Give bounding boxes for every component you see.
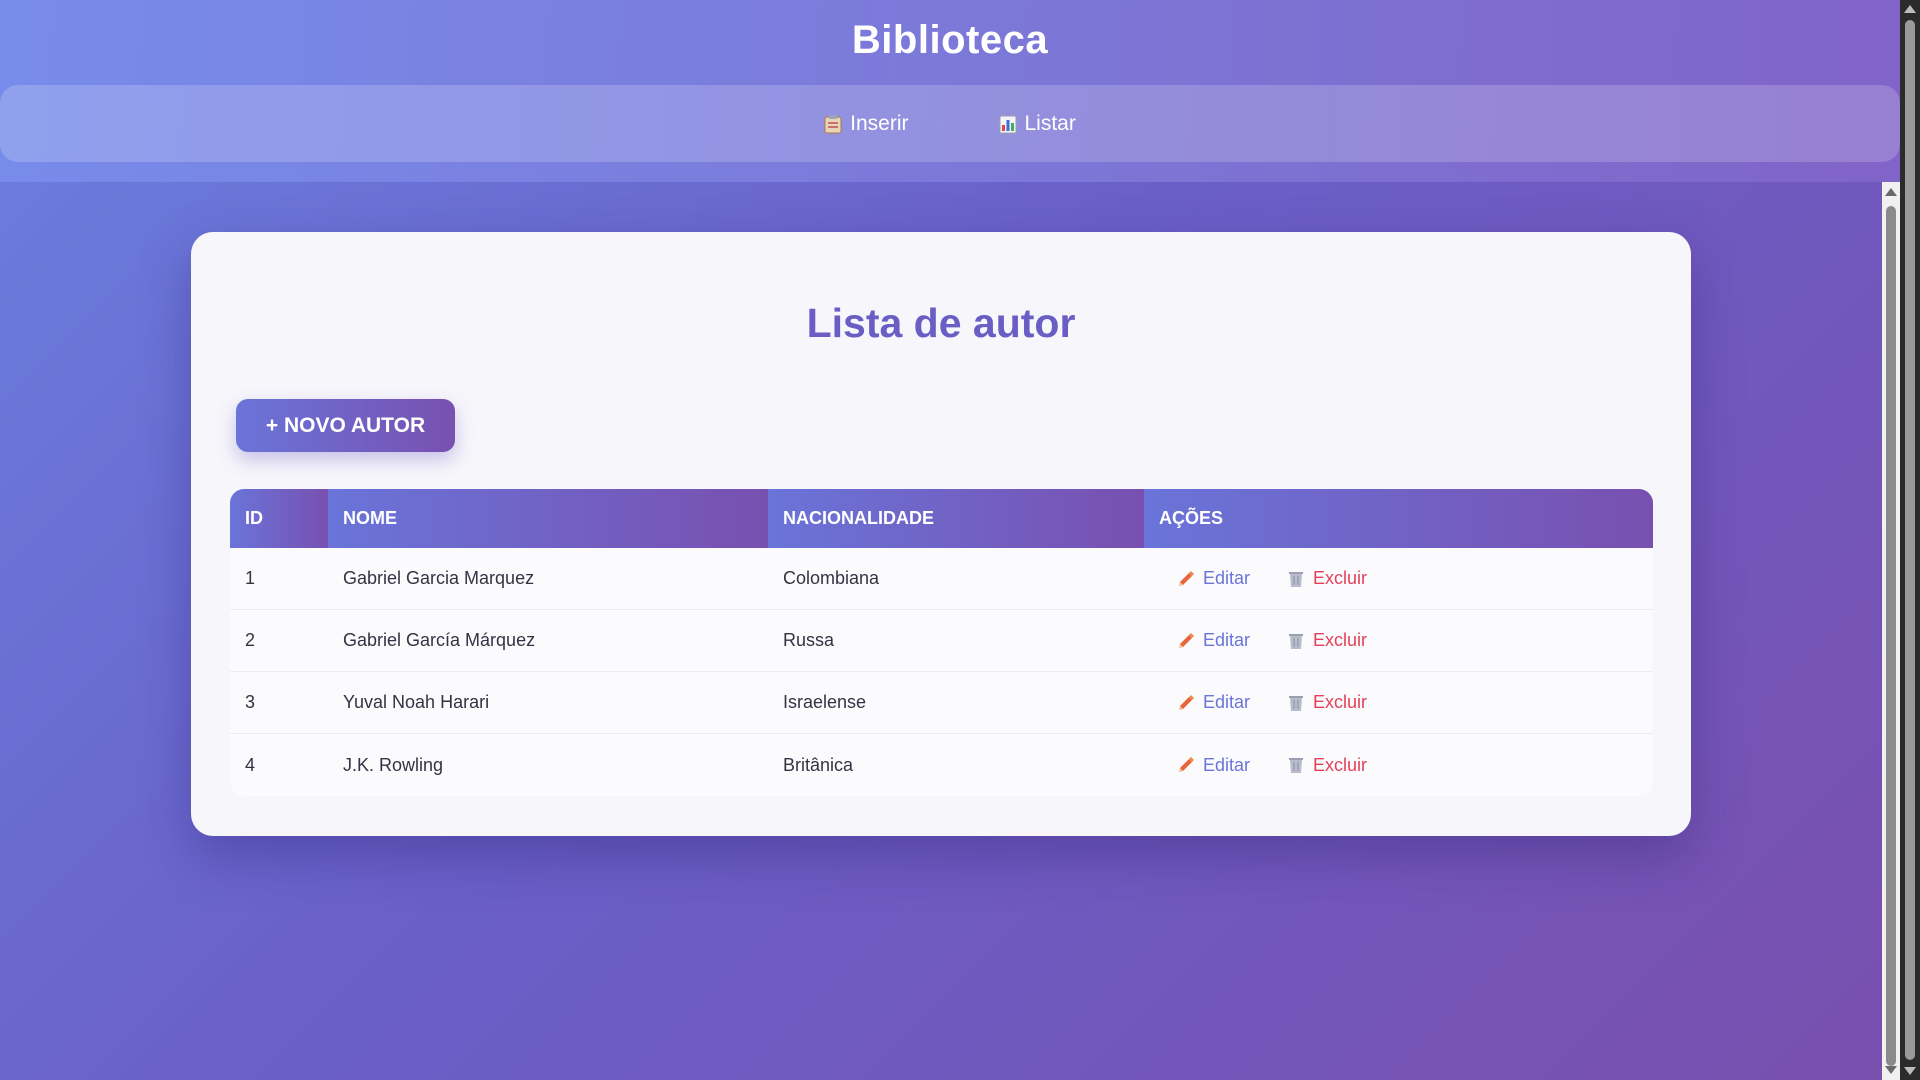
window-scrollbar[interactable] xyxy=(1900,0,1920,1080)
window-scroll-down-icon[interactable] xyxy=(1904,1067,1916,1075)
cell-nacionalidade: Britânica xyxy=(783,754,854,775)
cell-id: 3 xyxy=(245,692,256,712)
trash-icon xyxy=(1289,758,1304,773)
clipboard-icon xyxy=(824,114,842,133)
edit-label: Editar xyxy=(1203,754,1251,775)
cell-actions: Editar Excluir xyxy=(1144,734,1653,796)
delete-button[interactable]: Excluir xyxy=(1286,630,1367,651)
scroll-down-arrow-icon[interactable] xyxy=(1885,1066,1897,1074)
cell-id: 4 xyxy=(245,754,256,775)
edit-label: Editar xyxy=(1203,568,1251,588)
edit-button[interactable]: Editar xyxy=(1176,755,1250,776)
nav-link-listar[interactable]: Listar xyxy=(999,112,1076,136)
pencil-icon xyxy=(1179,570,1194,586)
cell-nacionalidade: Colombiana xyxy=(783,568,880,588)
delete-label: Excluir xyxy=(1313,630,1368,650)
content-scrollbar-thumb[interactable] xyxy=(1886,206,1896,1066)
bar-chart-icon xyxy=(999,115,1016,133)
pencil-icon xyxy=(1179,757,1194,772)
cell-nome: Gabriel Garcia Marquez xyxy=(343,568,535,588)
cell-id: 1 xyxy=(245,568,256,588)
delete-label: Excluir xyxy=(1313,692,1368,712)
table-row: 1 Gabriel Garcia Marquez Colombiana Edit… xyxy=(230,548,1653,610)
cell-actions: Editar Excluir xyxy=(1144,548,1653,609)
trash-icon xyxy=(1289,571,1304,587)
edit-button[interactable]: Editar xyxy=(1176,692,1250,713)
edit-button[interactable]: Editar xyxy=(1176,630,1250,651)
table-row: 2 Gabriel García Márquez Russa Editar Ex… xyxy=(230,610,1653,672)
nav-link-inserir[interactable]: Inserir xyxy=(824,111,909,136)
column-header-nacionalidade: NACIONALIDADE xyxy=(768,489,1144,548)
cell-nome: Gabriel García Márquez xyxy=(343,630,536,650)
trash-icon xyxy=(1289,695,1304,711)
column-header-acoes: AÇÕES xyxy=(1144,489,1653,548)
delete-label: Excluir xyxy=(1313,568,1368,588)
table-header: ID NOME NACIONALIDADE AÇÕES xyxy=(230,489,1653,548)
edit-button[interactable]: Editar xyxy=(1176,568,1250,589)
scroll-up-arrow-icon[interactable] xyxy=(1885,188,1897,196)
pencil-icon xyxy=(1179,632,1194,648)
author-table: ID NOME NACIONALIDADE AÇÕES 1 Gabriel Ga… xyxy=(230,489,1653,796)
trash-icon xyxy=(1289,633,1304,649)
page: Biblioteca Inserir Listar Lista de autor… xyxy=(0,0,1900,1080)
app-title: Biblioteca xyxy=(851,18,1049,62)
window-scroll-up-icon[interactable] xyxy=(1904,5,1916,13)
cell-nacionalidade: Russa xyxy=(783,630,835,650)
nav-link-label: Inserir xyxy=(850,111,909,135)
header: Biblioteca Inserir Listar xyxy=(0,0,1900,182)
column-header-id: ID xyxy=(230,489,328,548)
table-row: 3 Yuval Noah Harari Israelense Editar Ex… xyxy=(230,672,1653,734)
delete-button[interactable]: Excluir xyxy=(1286,692,1367,713)
page-title: Lista de autor xyxy=(806,300,1076,346)
edit-label: Editar xyxy=(1203,630,1251,650)
navbar: Inserir Listar xyxy=(0,85,1900,162)
delete-button[interactable]: Excluir xyxy=(1286,755,1367,776)
cell-actions: Editar Excluir xyxy=(1144,672,1653,733)
cell-actions: Editar Excluir xyxy=(1144,610,1653,671)
window-scrollbar-thumb[interactable] xyxy=(1905,20,1915,1060)
cell-nacionalidade: Israelense xyxy=(783,692,867,712)
table-row: 4 J.K. Rowling Britânica Editar Excluir xyxy=(230,734,1653,796)
pencil-icon xyxy=(1179,694,1194,710)
nav-link-label: Listar xyxy=(1024,111,1076,135)
column-header-nome: NOME xyxy=(328,489,768,548)
author-list-card: Lista de autor + NOVO AUTOR ID NOME NACI… xyxy=(191,232,1691,836)
edit-label: Editar xyxy=(1203,692,1251,712)
cell-nome: Yuval Noah Harari xyxy=(343,692,490,712)
delete-button[interactable]: Excluir xyxy=(1286,568,1367,589)
cell-id: 2 xyxy=(245,630,256,650)
cell-nome: J.K. Rowling xyxy=(343,754,444,775)
new-author-button[interactable]: + NOVO AUTOR xyxy=(236,399,455,452)
content-scrollbar[interactable] xyxy=(1882,182,1900,1080)
delete-label: Excluir xyxy=(1313,754,1368,775)
